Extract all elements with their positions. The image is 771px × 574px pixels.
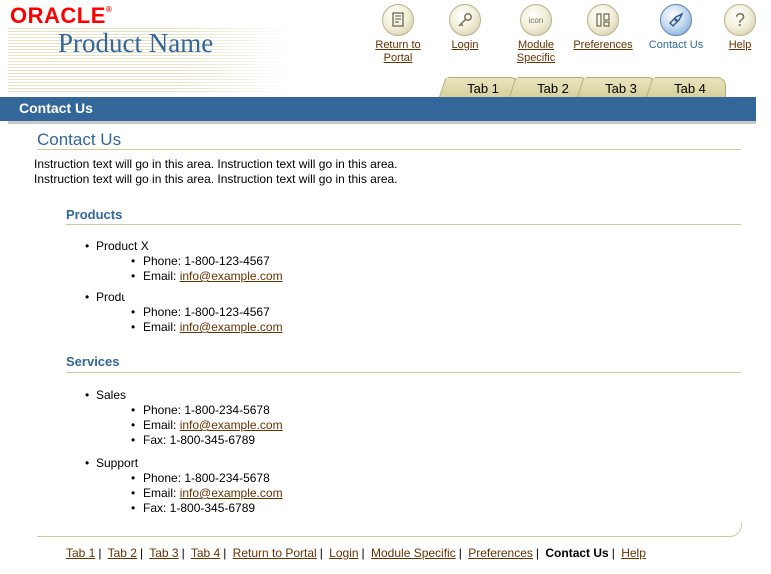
products-list: Product X Phone: 1-800-123-4567 Email: i… (82, 239, 283, 335)
email-link[interactable]: info@example.com (180, 418, 283, 432)
fax-item: Fax: 1-800-345-6789 (96, 433, 283, 448)
service-name-label: Support (96, 456, 139, 470)
email-item: Email: info@example.com (96, 486, 283, 501)
contact-us-icon (660, 4, 692, 36)
footer-link-tab-3[interactable]: Tab 3 (149, 546, 178, 560)
phone-item: Phone: 1-800-234-5678 (96, 403, 283, 418)
email-item: Email: info@example.com (96, 418, 283, 433)
list-item: Produ Phone: 1-800-123-4567 Email: info@… (82, 290, 283, 335)
help-icon: ? (724, 4, 756, 36)
product-name: Product Name (58, 28, 214, 58)
tab-1[interactable]: Tab 1 (438, 77, 519, 98)
footer-link-tab-2[interactable]: Tab 2 (108, 546, 137, 560)
footer-link-tab-1[interactable]: Tab 1 (66, 546, 95, 560)
module-specific-button[interactable]: icon Module Specific (512, 4, 560, 65)
instruction-text: Instruction text will go in this area. I… (34, 157, 398, 186)
product-name-label: Product X (96, 239, 149, 253)
return-to-portal-button[interactable]: Return to Portal (370, 4, 426, 65)
login-link[interactable]: Login (445, 39, 485, 52)
phone-item: Phone: 1-800-123-4567 (96, 254, 283, 269)
email-item: Email: info@example.com (96, 269, 283, 284)
page-title-bar: Contact Us (0, 97, 756, 124)
products-heading: Products (66, 207, 123, 222)
heading-divider (37, 149, 741, 150)
services-heading: Services (66, 354, 120, 369)
branding-area: ORACLE® Product Name (0, 0, 300, 96)
module-icon: icon (520, 4, 552, 36)
footer-divider (37, 523, 742, 537)
key-icon (449, 4, 481, 36)
list-item: Support Phone: 1-800-234-5678 Email: inf… (82, 456, 283, 516)
global-buttons: Return to Portal Login icon Module Speci… (366, 0, 771, 80)
portal-icon (382, 4, 414, 36)
fax-item: Fax: 1-800-345-6789 (96, 501, 283, 516)
service-name-label: Sales (96, 388, 127, 402)
footer-link-preferences[interactable]: Preferences (468, 546, 533, 560)
email-link[interactable]: info@example.com (180, 320, 283, 334)
contact-us-label: Contact Us (648, 39, 704, 51)
footer-link-tab-4[interactable]: Tab 4 (191, 546, 220, 560)
footer-nav: Tab 1 | Tab 2 | Tab 3 | Tab 4 | Return to Po… (66, 546, 646, 560)
list-item: Product X Phone: 1-800-123-4567 Email: i… (82, 239, 283, 284)
contact-us-button[interactable]: Contact Us (646, 4, 706, 52)
page-title: Contact Us (37, 130, 122, 149)
footer-link-help[interactable]: Help (621, 546, 646, 560)
footer-link-login[interactable]: Login (329, 546, 358, 560)
services-divider (66, 372, 741, 373)
help-link[interactable]: Help (722, 39, 758, 52)
email-item: Email: info@example.com (96, 320, 283, 335)
help-button[interactable]: ? Help (722, 4, 758, 52)
phone-item: Phone: 1-800-123-4567 (96, 305, 283, 320)
module-specific-link[interactable]: Module Specific (512, 39, 560, 65)
list-item: Sales Phone: 1-800-234-5678 Email: info@… (82, 388, 283, 448)
preferences-link[interactable]: Preferences (572, 39, 634, 52)
preferences-icon (587, 4, 619, 36)
email-link[interactable]: info@example.com (180, 486, 283, 500)
products-divider (66, 224, 741, 225)
login-button[interactable]: Login (445, 4, 485, 52)
phone-item: Phone: 1-800-234-5678 (96, 471, 283, 486)
footer-link-return-to-portal[interactable]: Return to Portal (233, 546, 317, 560)
footer-link-module-specific[interactable]: Module Specific (371, 546, 456, 560)
title-bar-text: Contact Us (19, 100, 93, 116)
email-link[interactable]: info@example.com (180, 269, 283, 283)
services-list: Sales Phone: 1-800-234-5678 Email: info@… (82, 388, 283, 516)
preferences-button[interactable]: Preferences (572, 4, 634, 52)
product-name-label: Produ (96, 290, 125, 304)
return-to-portal-link[interactable]: Return to Portal (370, 39, 426, 65)
footer-current-contact-us: Contact Us (545, 546, 609, 560)
tab-4[interactable]: Tab 4 (645, 77, 726, 98)
